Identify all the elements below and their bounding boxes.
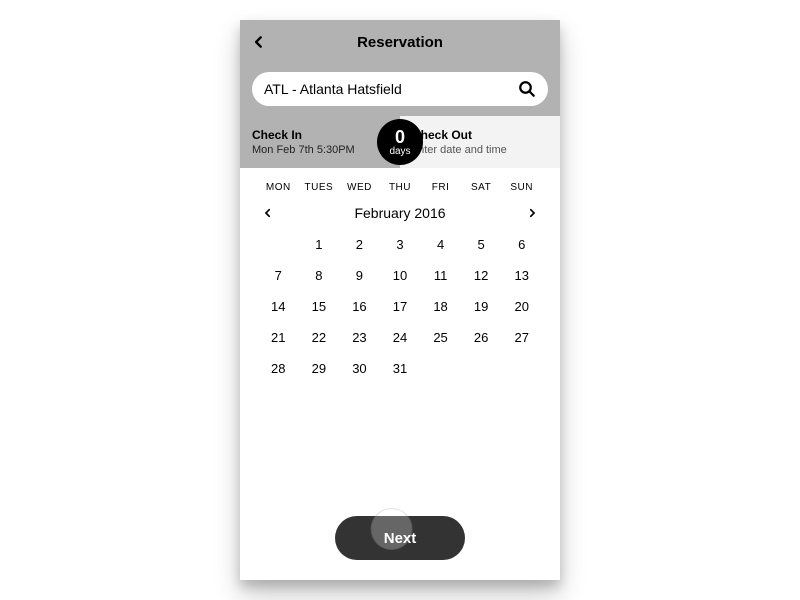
- day-of-week-header: MONTUESWEDTHUFRISATSUN: [258, 182, 542, 193]
- calendar-day[interactable]: 1: [299, 237, 340, 252]
- title-bar: Reservation: [240, 20, 560, 64]
- calendar-day[interactable]: 14: [258, 299, 299, 314]
- calendar-day[interactable]: 19: [461, 299, 502, 314]
- search-field[interactable]: [252, 72, 548, 106]
- chevron-left-icon: [263, 208, 273, 218]
- calendar-day[interactable]: 28: [258, 361, 299, 376]
- page-title: Reservation: [357, 34, 443, 51]
- calendar-day[interactable]: 23: [339, 330, 380, 345]
- calendar-day[interactable]: 12: [461, 268, 502, 283]
- calendar-day[interactable]: 30: [339, 361, 380, 376]
- check-out-value: enter date and time: [412, 144, 548, 156]
- search-icon: [518, 80, 536, 98]
- dow-label: SAT: [461, 182, 502, 193]
- days-count-badge: 0 days: [377, 119, 423, 165]
- calendar-day[interactable]: 9: [339, 268, 380, 283]
- calendar-day[interactable]: 4: [420, 237, 461, 252]
- calendar-day[interactable]: 13: [501, 268, 542, 283]
- calendar-day[interactable]: 3: [380, 237, 421, 252]
- dow-label: MON: [258, 182, 299, 193]
- calendar-day[interactable]: 2: [339, 237, 380, 252]
- calendar-day[interactable]: 7: [258, 268, 299, 283]
- calendar-day[interactable]: 15: [299, 299, 340, 314]
- calendar-day[interactable]: 5: [461, 237, 502, 252]
- calendar-day[interactable]: 20: [501, 299, 542, 314]
- chevron-left-icon: [252, 35, 266, 49]
- check-in-panel[interactable]: Check In Mon Feb 7th 5:30PM: [240, 116, 400, 168]
- check-out-panel[interactable]: Check Out enter date and time: [400, 116, 560, 168]
- month-nav-row: February 2016: [258, 203, 542, 223]
- dow-label: SUN: [501, 182, 542, 193]
- phone-frame: Reservation Check In Mon Feb 7th 5:30PM …: [240, 20, 560, 580]
- dow-label: THU: [380, 182, 421, 193]
- calendar-day[interactable]: 31: [380, 361, 421, 376]
- check-out-label: Check Out: [412, 128, 548, 142]
- calendar-day[interactable]: 16: [339, 299, 380, 314]
- dow-label: WED: [339, 182, 380, 193]
- dow-label: TUES: [299, 182, 340, 193]
- calendar-day[interactable]: 18: [420, 299, 461, 314]
- calendar: MONTUESWEDTHUFRISATSUN February 2016 123…: [240, 168, 560, 376]
- days-count-unit: days: [389, 147, 410, 157]
- check-dates-row: Check In Mon Feb 7th 5:30PM Check Out en…: [240, 116, 560, 168]
- calendar-day[interactable]: 29: [299, 361, 340, 376]
- calendar-day[interactable]: 26: [461, 330, 502, 345]
- next-button[interactable]: Next: [335, 516, 465, 560]
- check-in-label: Check In: [252, 128, 388, 142]
- back-button[interactable]: [252, 20, 266, 64]
- calendar-day[interactable]: 25: [420, 330, 461, 345]
- chevron-right-icon: [527, 208, 537, 218]
- calendar-day[interactable]: 8: [299, 268, 340, 283]
- calendar-day[interactable]: 27: [501, 330, 542, 345]
- days-count-number: 0: [395, 128, 405, 146]
- calendar-day[interactable]: 22: [299, 330, 340, 345]
- calendar-grid: 1234567891011121314151617181920212223242…: [258, 237, 542, 376]
- calendar-day[interactable]: 11: [420, 268, 461, 283]
- calendar-day[interactable]: 24: [380, 330, 421, 345]
- next-month-button[interactable]: [522, 203, 542, 223]
- search-section: [240, 64, 560, 116]
- search-input[interactable]: [264, 81, 518, 97]
- calendar-day[interactable]: 6: [501, 237, 542, 252]
- check-in-value: Mon Feb 7th 5:30PM: [252, 144, 388, 156]
- calendar-empty-cell: [258, 237, 299, 252]
- calendar-day[interactable]: 10: [380, 268, 421, 283]
- prev-month-button[interactable]: [258, 203, 278, 223]
- calendar-day[interactable]: 17: [380, 299, 421, 314]
- month-label: February 2016: [354, 205, 445, 221]
- calendar-day[interactable]: 21: [258, 330, 299, 345]
- dow-label: FRI: [420, 182, 461, 193]
